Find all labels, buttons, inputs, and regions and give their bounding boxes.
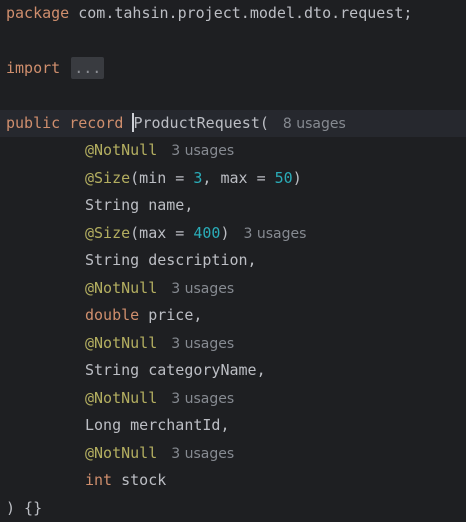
notnull-annotation: @NotNull [85, 334, 158, 352]
size-max-value: 400 [193, 224, 221, 242]
usages-hint[interactable]: 3 usages [171, 281, 234, 297]
code-line-size-2[interactable]: @Size(max = 400) 3 usages [0, 220, 466, 247]
int-keyword: int [85, 471, 113, 489]
usages-hint[interactable]: 3 usages [171, 391, 234, 407]
usages-hint[interactable]: 3 usages [244, 226, 307, 242]
code-line-package[interactable]: package com.tahsin.project.model.dto.req… [0, 0, 466, 27]
record-keyword: record [69, 114, 124, 132]
code-line-field-stock[interactable]: int stock [0, 467, 466, 494]
field-merchant-id: Long merchantId, [85, 416, 230, 434]
code-line-record-declaration[interactable]: public record ProductRequest( 8 usages [0, 110, 466, 137]
field-price: price, [139, 306, 203, 324]
size-args: (max = [130, 224, 194, 242]
field-category-name: String categoryName, [85, 361, 266, 379]
code-line-notnull-4[interactable]: @NotNull 3 usages [0, 385, 466, 412]
code-line-field-description[interactable]: String description, [0, 247, 466, 274]
usages-hint[interactable]: 3 usages [171, 143, 234, 159]
record-usages-hint[interactable]: 8 usages [283, 116, 346, 132]
notnull-annotation: @NotNull [85, 389, 158, 407]
code-line-import[interactable]: import ... [0, 55, 466, 82]
field-name: String name, [85, 196, 194, 214]
code-editor[interactable]: package com.tahsin.project.model.dto.req… [0, 0, 466, 522]
code-line-field-merchant[interactable]: Long merchantId, [0, 412, 466, 439]
package-name: com.tahsin.project.model.dto.request; [69, 4, 413, 22]
double-keyword: double [85, 306, 140, 324]
size-close-paren: ) [220, 224, 230, 242]
size-annotation: @Size [85, 224, 131, 242]
code-line-size-1[interactable]: @Size(min = 3, max = 50) [0, 165, 466, 192]
usages-hint[interactable]: 3 usages [171, 446, 234, 462]
code-line-field-name[interactable]: String name, [0, 192, 466, 219]
size-close-paren: ) [292, 169, 302, 187]
import-keyword: import [6, 59, 61, 77]
import-fold-placeholder[interactable]: ... [71, 57, 105, 79]
size-args: , max = [202, 169, 275, 187]
size-annotation: @Size [85, 169, 131, 187]
size-args: (min = [130, 169, 194, 187]
code-line-notnull-5[interactable]: @NotNull 3 usages [0, 440, 466, 467]
record-closing: ) {} [6, 499, 43, 517]
size-max-value: 50 [274, 169, 293, 187]
field-stock: stock [112, 471, 167, 489]
notnull-annotation: @NotNull [85, 279, 158, 297]
code-line-closing[interactable]: ) {} [0, 495, 466, 522]
code-line-notnull-2[interactable]: @NotNull 3 usages [0, 275, 466, 302]
notnull-annotation: @NotNull [85, 444, 158, 462]
usages-hint[interactable]: 3 usages [171, 336, 234, 352]
package-keyword: package [6, 4, 70, 22]
code-line-field-price[interactable]: double price, [0, 302, 466, 329]
code-line-field-category[interactable]: String categoryName, [0, 357, 466, 384]
notnull-annotation: @NotNull [85, 141, 158, 159]
public-keyword: public [6, 114, 61, 132]
field-description: String description, [85, 251, 257, 269]
code-line-notnull-3[interactable]: @NotNull 3 usages [0, 330, 466, 357]
record-name: ProductRequest( [133, 114, 269, 132]
code-line-notnull-1[interactable]: @NotNull 3 usages [0, 137, 466, 164]
